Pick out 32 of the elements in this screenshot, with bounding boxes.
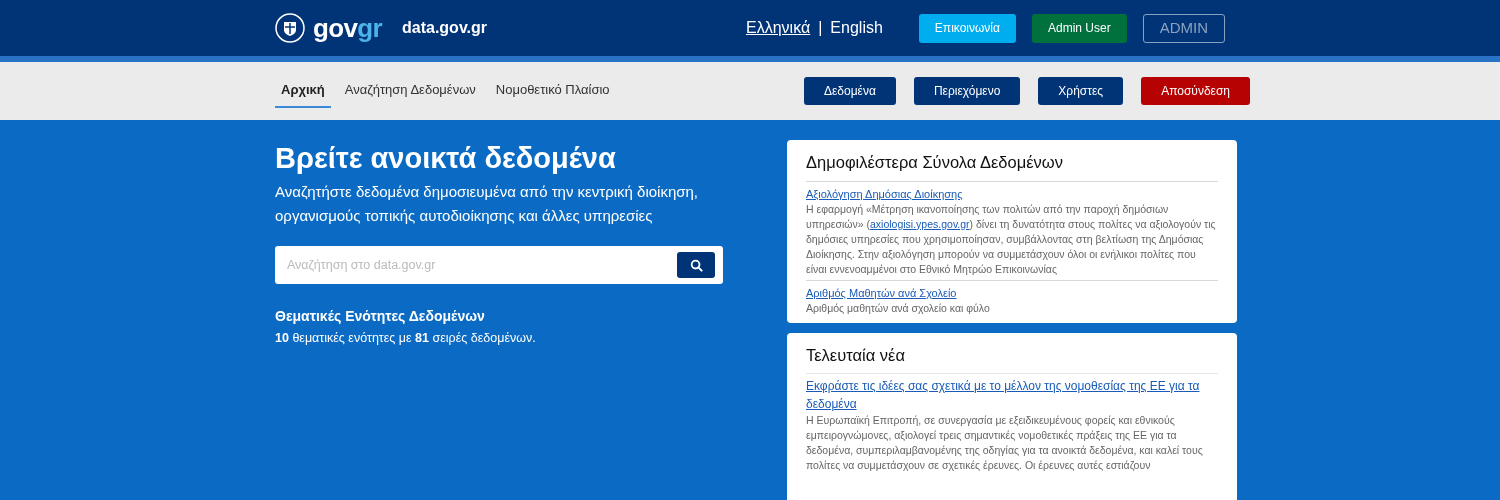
search-field[interactable]: Αναζήτηση στο data.gov.gr	[287, 255, 677, 275]
language-link[interactable]: English	[830, 16, 883, 40]
language-separator: |	[818, 18, 823, 38]
topics-title: Θεματικές Ενότητες Δεδομένων	[275, 307, 486, 327]
search-icon	[689, 258, 703, 272]
logout-button[interactable]: Αποσύνδεση	[1141, 77, 1250, 105]
govgr-logo[interactable]: govgr	[313, 15, 382, 41]
site-name[interactable]: data.gov.gr	[402, 16, 488, 40]
card-title: Τελευταία νέα	[806, 342, 1218, 374]
nav-tab[interactable]: Νομοθετικό Πλαίσιο	[489, 74, 616, 108]
nav-tab[interactable]: Αναζήτηση Δεδομένων	[338, 74, 482, 108]
dataset-description: Αριθμός μαθητών ανά σχολείο και φύλο	[806, 300, 991, 316]
admin-nav-button[interactable]: Χρήστες	[1038, 77, 1124, 105]
role-button[interactable]: ADMIN	[1142, 13, 1225, 43]
dataset-site-link[interactable]: axiologisi.ypes.gov.gr	[870, 217, 970, 230]
admin-nav-button[interactable]: Δεδομένα	[803, 77, 896, 105]
language-link[interactable]: Ελληνικά	[746, 16, 811, 40]
topics-summary: 10 θεματικές ενότητες με 81 σειρές δεδομένων.	[275, 330, 537, 348]
card-title: Δημοφιλέστερα Σύνολα Δεδομένων	[806, 152, 1064, 173]
dataset-description: Η εφαρμογή «Μέτρηση ικανοποίησης των πολιτών από την παροχή δημόσιων υπηρεσιών» (axiologisi.ypes.gov.gr) δίνει τη δυνατότητα στους πολίτες να αξιολογούν τις δημόσιες υπηρεσίες που χρησιμοποίησαν, συμβάλλοντας στη βελτίωση της Δημόσιας Διοίκησης. Στην αξιολόγηση μπορούν να συμμετάσχουν όλοι οι ενήλικοι πολίτες που είναι εννενοαμμένοι στο Εθνικό Μητρώο Επικοινωνίας	[806, 201, 1217, 277]
nav-tab[interactable]: Αρχική	[275, 74, 331, 108]
user-button[interactable]: Admin User	[1031, 13, 1127, 43]
dataset-link[interactable]: Αξιολόγηση Δημόσιας Διοίκησης	[806, 185, 1218, 202]
hero-subtitle: Αναζητήστε δεδομένα δημοσιευμένα από την κεντρική διοίκηση, οργανισμούς τοπικής αυτοδιοίκησης και άλλες υπηρεσίες	[275, 182, 700, 227]
hero-title: Βρείτε ανοικτά δεδομένα	[275, 141, 617, 176]
dataset-link[interactable]: Αριθμός Μαθητών ανά Σχολείο	[806, 284, 1218, 301]
news-link[interactable]: Εκφράστε τις ιδέες σας σχετικά με το μέλλον της νομοθεσίας της ΕΕ για τα δεδομένα	[806, 376, 1218, 413]
admin-nav-button[interactable]: Περιεχόμενο	[913, 77, 1021, 105]
search-bar[interactable]: Αναζήτηση στο data.gov.gr	[275, 246, 723, 285]
news-description: Η Ευρωπαϊκή Επιτροπή, σε συνεργασία με εξειδικευμένους φορείς και εθνικούς εμπειρογνώμονες, αξιολογεί τρεις σημαντικές νομοθετικές πράξεις της ΕΕ για τα δεδομένα, συμπεριλαμβανομένης της οδηγίας για τα ανοικτά δεδομένα, και καλεί τους πολίτες να συμμετάσχουν σε σχετικές έρευνες. Οι έρευνες αυτές εστιάζουν	[806, 412, 1204, 473]
emblem-icon	[275, 13, 305, 43]
search-button[interactable]	[677, 252, 715, 279]
